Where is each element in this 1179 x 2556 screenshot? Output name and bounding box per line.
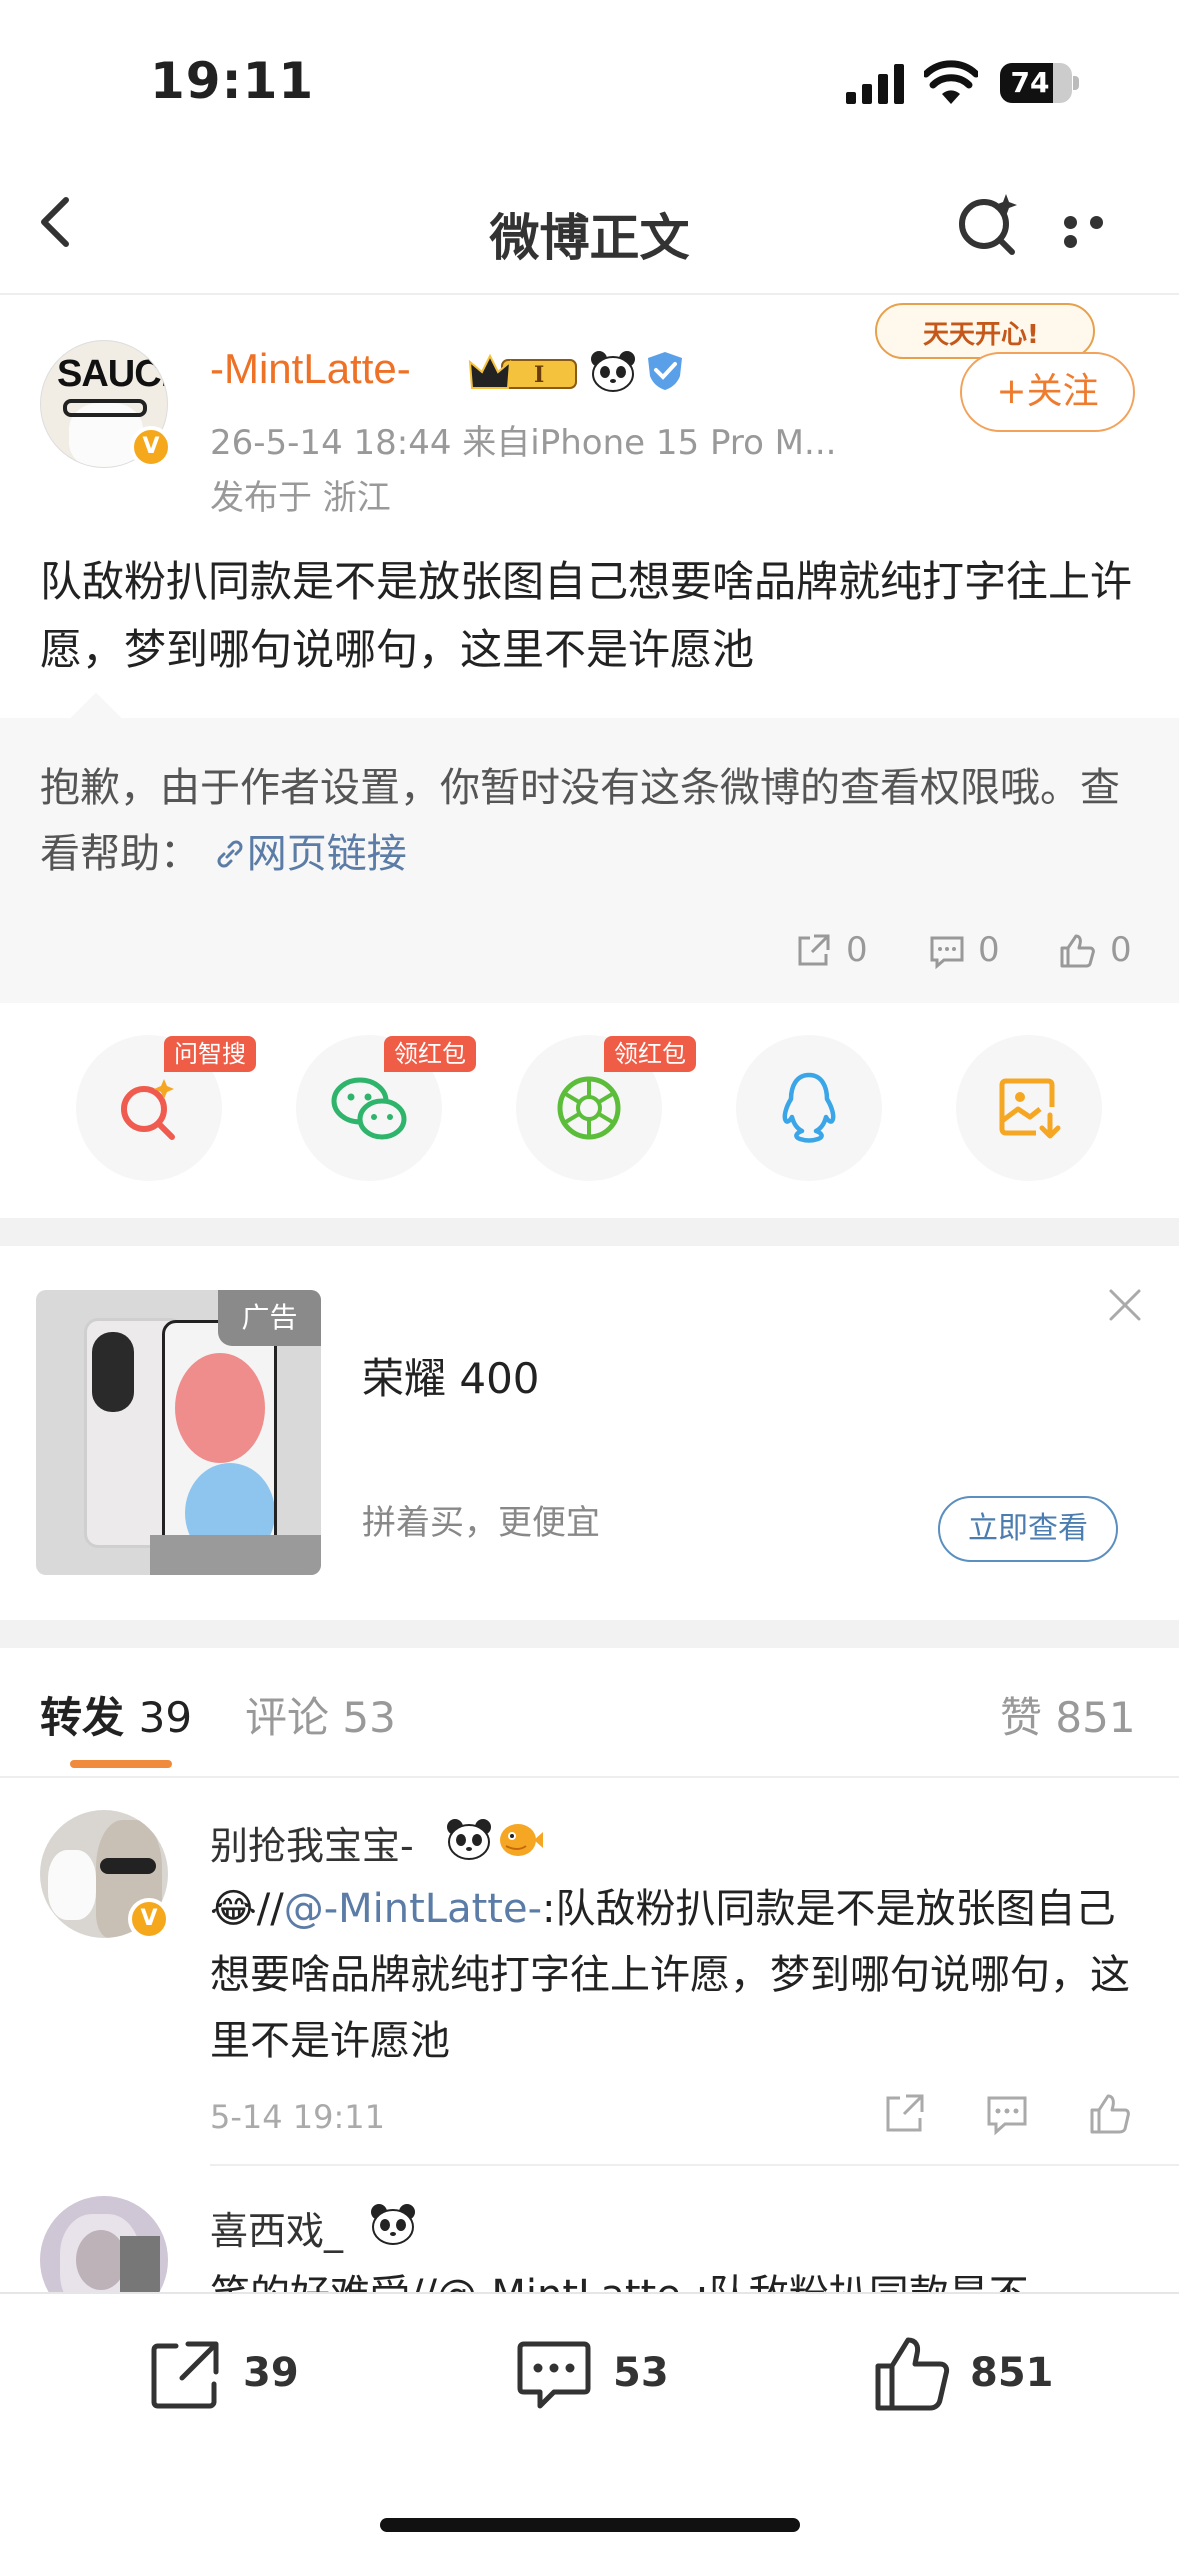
svg-text:I: I [534,362,544,388]
save-image-button[interactable] [956,1035,1102,1181]
like-count: 851 [970,2350,1054,2396]
tab-reposts-label: 转发 [40,1693,125,1742]
more-options-icon[interactable] [1064,214,1136,248]
nav-bar: 微博正文 [0,150,1179,295]
author-name[interactable]: -MintLatte- [210,345,411,393]
panda-badge-icon [591,351,635,392]
comment-reply-icon[interactable] [985,2092,1029,2136]
shield-badge-icon [648,352,682,390]
qq-icon [782,1072,836,1143]
comment-like-icon[interactable] [1088,2092,1132,2136]
interaction-tabs: 转发 39 评论 53 赞 851 [0,1648,1179,1778]
panda-badge-icon [447,1819,491,1860]
vip-crown-badge-icon: I [468,353,577,389]
comment-divider [210,2164,1179,2166]
like-icon [875,2337,950,2411]
retweet-comment-count: 0 [978,930,1000,970]
verified-badge-icon: V [128,1898,170,1940]
retweet-like-count: 0 [1110,930,1132,970]
ai-search-icon[interactable] [952,188,1024,260]
cellular-signal-icon [846,64,904,104]
help-link-text: 网页链接 [246,831,407,877]
repost-separator: // [256,1886,284,1932]
follow-decoration-banner: 天天开心! [875,303,1095,359]
repost-icon [151,2341,219,2409]
home-indicator[interactable] [380,2518,800,2532]
moments-icon [557,1076,621,1140]
post-meta: 26-5-14 18:44 来自iPhone 15 Pro M... [210,423,837,463]
link-icon [217,840,243,868]
commenter-name[interactable]: 喜西戏_ [210,2200,343,2255]
status-bar: 19:11 74 [0,0,1179,150]
repost-count: 39 [243,2350,299,2396]
share-qq-button[interactable] [736,1035,882,1181]
like-icon[interactable] [1058,932,1096,970]
save-image-icon [999,1078,1061,1139]
ad-title[interactable]: 荣耀 400 [362,1345,540,1406]
tab-comments-count: 53 [342,1693,396,1742]
tab-comments-label: 评论 [245,1693,330,1742]
close-icon[interactable] [1105,1285,1145,1325]
laughing-emoji-icon: 😂 [210,1886,257,1932]
retweet-stats: 0 0 0 [790,930,1140,976]
ai-search-share-icon [121,1079,175,1140]
commenter-name-text: 喜西戏_ [210,2209,344,2253]
commenter-name-text: 别抢我宝宝- [210,1824,414,1868]
active-tab-indicator [70,1760,172,1768]
comment-text: 😂//@-MintLatte-:队敌粉扒同款是不是放张图自己想要啥品牌就纯打字往… [210,1876,1140,2074]
post-location: 发布于 浙江 [210,478,391,518]
panda-badge-icon [371,2204,415,2245]
share-tag-search: 问智搜 [164,1036,256,1072]
help-link[interactable]: 网页链接 [213,831,407,877]
verified-badge-icon: V [130,426,172,468]
section-divider [0,1620,1179,1648]
comment-repost-icon[interactable] [882,2092,926,2136]
pufferfish-badge-icon [500,1824,543,1856]
retweet-repost-count: 0 [846,930,868,970]
avatar-logo-text: SAUCE [57,353,167,395]
battery-level: 74 [1010,66,1050,99]
repost-icon[interactable] [794,932,832,970]
tab-comments[interactable]: 评论 53 [245,1684,396,1745]
battery-icon: 74 [1000,63,1072,103]
decoration-text: 天天开心! [923,320,1039,350]
tab-reposts-count: 39 [138,1693,193,1742]
comment-icon[interactable] [928,932,966,970]
share-tag-moments: 领红包 [604,1036,696,1072]
mention-link[interactable]: @-MintLatte- [284,1886,542,1932]
ad-subtitle: 拼着买，更便宜 [362,1503,600,1543]
status-time: 19:11 [150,52,315,110]
share-tag-wechat: 领红包 [384,1036,476,1072]
comment-icon [517,2341,591,2409]
wechat-icon [331,1077,407,1140]
post-text: 队敌粉扒同款是不是放张图自己想要啥品牌就纯打字往上许愿，梦到哪句说哪句，这里不是… [40,557,1133,674]
tab-likes-count: 851 [1055,1693,1136,1742]
retweet-notice-text: 抱歉，由于作者设置，你暂时没有这条微博的查看权限哦。查看帮助： [40,765,1120,877]
wifi-icon [924,60,978,104]
comment-count: 53 [613,2350,669,2396]
battery-tip [1073,76,1079,90]
tab-likes-label: 赞 [1000,1693,1043,1742]
ad-view-button[interactable]: 立即查看 [938,1496,1118,1562]
follow-button[interactable]: +关注 [960,352,1135,432]
section-divider [0,1218,1179,1246]
tab-likes[interactable]: 赞 851 [1000,1684,1136,1745]
ad-tag: 广告 [218,1290,321,1346]
comment-time: 5-14 19:11 [210,2098,386,2136]
commenter-name[interactable]: 别抢我宝宝- [210,1815,414,1870]
retweet-notice: 抱歉，由于作者设置，你暂时没有这条微博的查看权限哦。查看帮助： 网页链接 [40,755,1150,887]
tab-reposts[interactable]: 转发 39 [40,1684,192,1745]
